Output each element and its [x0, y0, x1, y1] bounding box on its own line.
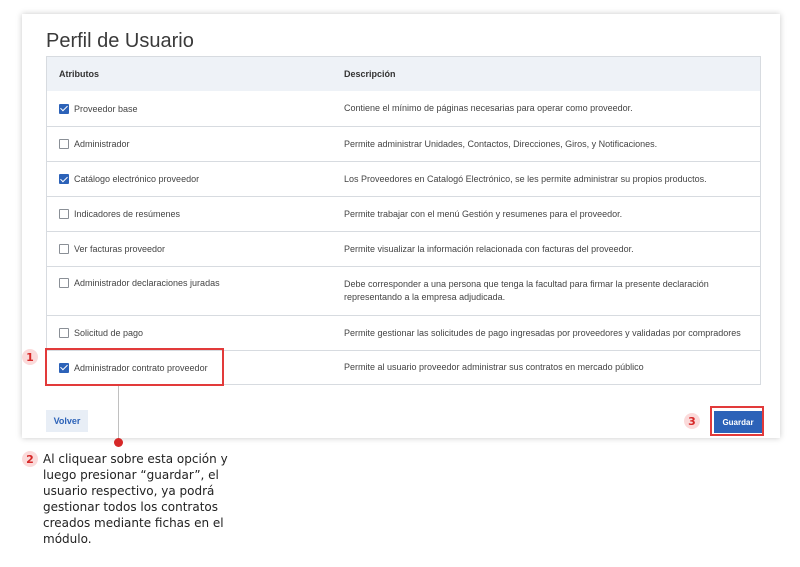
- attribute-label: Administrador: [74, 139, 130, 149]
- attribute-label: Solicitud de pago: [74, 328, 144, 338]
- attribute-label: Administrador contrato proveedor: [74, 362, 208, 373]
- annotation-dot: [114, 438, 123, 447]
- attribute-checkbox[interactable]: [59, 244, 69, 254]
- header-description: Descripción: [344, 68, 396, 79]
- back-button[interactable]: Volver: [46, 410, 88, 432]
- table-row: Proveedor base Contiene el mínimo de pági…: [47, 91, 760, 126]
- save-button[interactable]: Guardar: [714, 411, 762, 433]
- attribute-cell[interactable]: Ver facturas proveedor: [59, 244, 165, 254]
- step-badge-2: 2: [22, 451, 38, 467]
- attribute-description: Debe corresponder a una persona que teng…: [344, 279, 709, 302]
- attributes-table: Atributos Descripción Proveedor base Cont…: [46, 56, 761, 385]
- attribute-label: Ver facturas proveedor: [74, 244, 166, 254]
- attribute-description: Permite al usuario proveedor administrar…: [344, 362, 644, 372]
- attribute-cell[interactable]: Proveedor base: [59, 103, 138, 114]
- attribute-cell[interactable]: Administrador: [59, 139, 130, 149]
- attribute-description: Los Proveedores en Catalogó Electrónico,…: [344, 173, 707, 184]
- table-row: Administrador declaraciones juradas Debe …: [47, 266, 760, 315]
- step-badge-1: 1: [22, 349, 38, 365]
- attribute-checkbox[interactable]: [59, 362, 69, 373]
- attribute-checkbox[interactable]: [59, 174, 69, 184]
- attribute-cell[interactable]: Administrador declaraciones juradas: [59, 278, 220, 288]
- attribute-description: Contiene el mínimo de páginas necesarias…: [344, 103, 633, 113]
- attribute-cell[interactable]: Solicitud de pago: [59, 328, 143, 338]
- attribute-cell[interactable]: Catálogo electrónico proveedor: [59, 174, 199, 184]
- attribute-label: Administrador declaraciones juradas: [74, 278, 220, 288]
- attribute-checkbox[interactable]: [59, 209, 69, 219]
- attribute-checkbox[interactable]: [59, 278, 69, 288]
- attribute-description: Permite trabajar con el menú Gestión y r…: [344, 208, 623, 219]
- attribute-label: Proveedor base: [74, 103, 138, 114]
- table-row: Indicadores de resúmenes Permite trabajar…: [47, 196, 760, 231]
- attribute-description: Permite administrar Unidades, Contactos,…: [344, 138, 658, 149]
- table-row: Administrador Permite administrar Unidade…: [47, 126, 760, 161]
- attribute-cell[interactable]: Indicadores de resúmenes: [59, 209, 180, 219]
- step-badge-3: 3: [684, 413, 700, 429]
- attribute-checkbox[interactable]: [59, 328, 69, 338]
- page-title: Perfil de Usuario: [46, 30, 194, 52]
- table-row: Solicitud de pago Permite gestionar las s…: [47, 315, 760, 350]
- attribute-checkbox[interactable]: [59, 103, 69, 114]
- table-header: Atributos Descripción: [47, 57, 760, 91]
- annotation-note: Al cliquear sobre esta opción y luego pr…: [43, 452, 228, 546]
- attribute-cell[interactable]: Administrador contrato proveedor: [59, 362, 208, 373]
- attribute-checkbox[interactable]: [59, 139, 69, 149]
- table-row: Administrador contrato proveedor Permite …: [47, 350, 760, 384]
- attribute-label: Indicadores de resúmenes: [74, 209, 181, 219]
- user-profile-panel: Perfil de Usuario Atributos Descripción …: [22, 14, 780, 438]
- attribute-description: Permite visualizar la información relaci…: [344, 243, 634, 254]
- table-row: Ver facturas proveedor Permite visualizar…: [47, 231, 760, 266]
- table-row: Catálogo electrónico proveedor Los Provee…: [47, 161, 760, 196]
- header-attributes: Atributos: [59, 69, 99, 79]
- attribute-label: Catálogo electrónico proveedor: [74, 174, 200, 184]
- attribute-description: Permite gestionar las solicitudes de pag…: [344, 327, 741, 338]
- annotation-connector: [118, 386, 119, 441]
